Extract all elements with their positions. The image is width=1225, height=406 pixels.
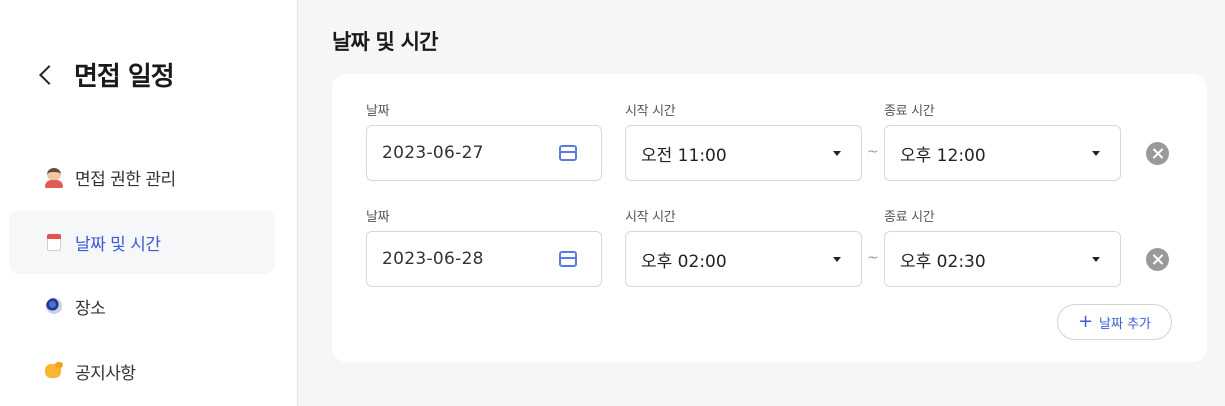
add-date-button[interactable]: + 날짜 추가 <box>1057 304 1172 340</box>
sidebar-item-interview-permissions[interactable]: 면접 권한 관리 <box>9 145 275 209</box>
start-time-value: 오후 02:00 <box>641 251 727 272</box>
caret-down-icon <box>833 151 841 156</box>
date-value: 2023-06-27 <box>382 143 484 163</box>
sidebar-item-date-time[interactable]: 날짜 및 시간 <box>9 210 275 274</box>
date-value: 2023-06-28 <box>382 249 484 269</box>
globe-icon <box>43 295 65 317</box>
range-separator: ~ <box>867 144 879 160</box>
sidebar-item-label: 날짜 및 시간 <box>75 234 161 255</box>
plus-icon: + <box>1077 311 1094 332</box>
remove-row-button[interactable] <box>1146 248 1169 271</box>
start-time-select[interactable]: 오후 02:00 <box>625 231 862 287</box>
page-title: 면접 일정 <box>74 62 175 92</box>
end-time-value: 오후 02:30 <box>900 251 986 272</box>
date-label: 날짜 <box>366 104 390 119</box>
pointing-hand-icon <box>43 360 65 382</box>
schedule-row: 날짜 시작 시간 종료 시간 2023-06-28 오후 02:00 ~ 오후 … <box>332 180 1207 290</box>
end-time-select[interactable]: 오후 02:30 <box>884 231 1121 287</box>
remove-row-button[interactable] <box>1146 142 1169 165</box>
back-button[interactable]: 면접 일정 <box>38 56 175 93</box>
end-time-label: 종료 시간 <box>884 210 935 225</box>
date-field[interactable]: 2023-06-28 <box>366 231 602 287</box>
add-date-label: 날짜 추가 <box>1099 316 1152 332</box>
calendar-icon <box>43 231 65 253</box>
date-label: 날짜 <box>366 210 390 225</box>
sidebar: 면접 일정 면접 권한 관리 날짜 및 시간 장소 공지사항 <box>0 0 298 406</box>
caret-down-icon <box>833 257 841 262</box>
calendar-icon[interactable] <box>559 251 577 267</box>
end-time-value: 오후 12:00 <box>900 145 986 166</box>
section-title: 날짜 및 시간 <box>332 30 438 54</box>
end-time-label: 종료 시간 <box>884 104 935 119</box>
calendar-icon[interactable] <box>559 145 577 161</box>
main-content: 날짜 및 시간 날짜 시작 시간 종료 시간 2023-06-27 오전 11:… <box>299 0 1225 406</box>
caret-down-icon <box>1092 151 1100 156</box>
date-field[interactable]: 2023-06-27 <box>366 125 602 181</box>
sidebar-item-notice[interactable]: 공지사항 <box>9 339 275 403</box>
start-time-label: 시작 시간 <box>625 104 676 119</box>
sidebar-item-label: 공지사항 <box>75 363 136 384</box>
person-icon <box>43 166 65 188</box>
end-time-select[interactable]: 오후 12:00 <box>884 125 1121 181</box>
start-time-value: 오전 11:00 <box>641 145 727 166</box>
sidebar-item-place[interactable]: 장소 <box>9 274 275 338</box>
caret-down-icon <box>1092 257 1100 262</box>
schedule-row: 날짜 시작 시간 종료 시간 2023-06-27 오전 11:00 ~ 오후 … <box>332 74 1207 184</box>
start-time-label: 시작 시간 <box>625 210 676 225</box>
sidebar-item-label: 장소 <box>75 298 106 319</box>
sidebar-item-label: 면접 권한 관리 <box>75 169 176 190</box>
chevron-left-icon <box>39 64 59 85</box>
schedule-card: 날짜 시작 시간 종료 시간 2023-06-27 오전 11:00 ~ 오후 … <box>332 74 1207 362</box>
range-separator: ~ <box>867 250 879 266</box>
start-time-select[interactable]: 오전 11:00 <box>625 125 862 181</box>
